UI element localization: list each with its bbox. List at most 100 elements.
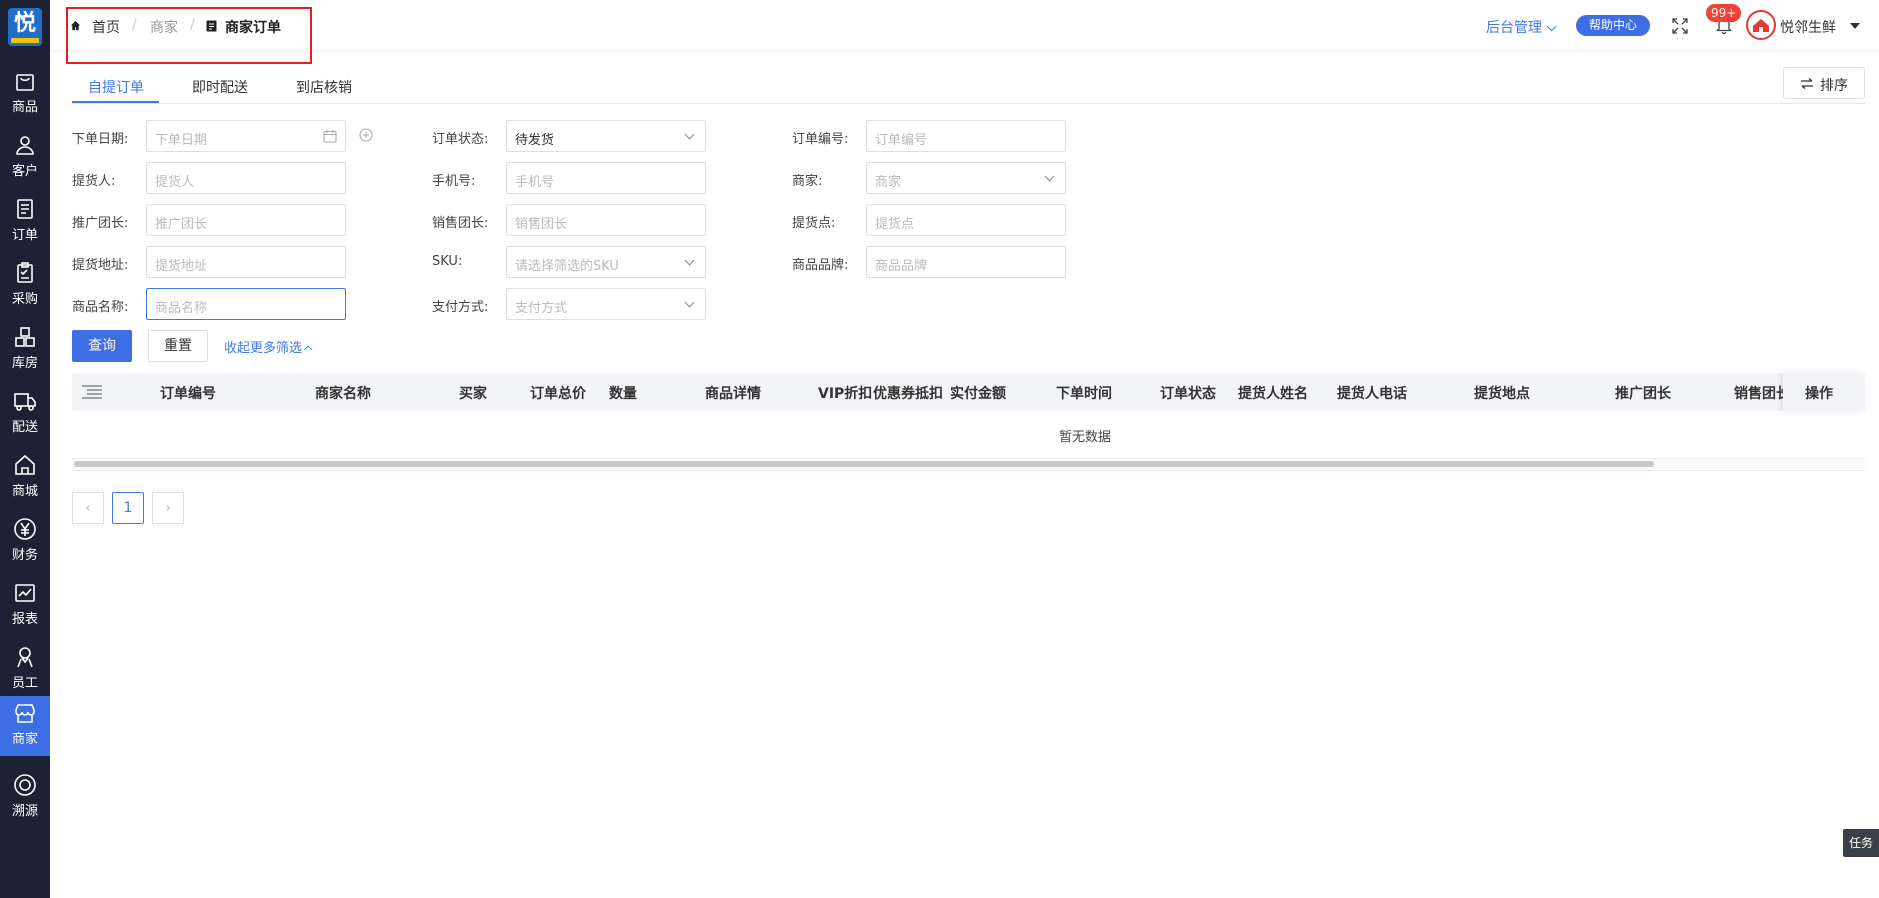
horizontal-scrollbar[interactable]	[72, 459, 1865, 469]
truck-icon	[14, 393, 36, 411]
tabs-divider	[72, 103, 1865, 104]
breadcrumb-home[interactable]: 首页	[92, 17, 120, 37]
chevron-down-icon	[1044, 171, 1055, 182]
order-status-label: 订单状态:	[432, 132, 489, 147]
collapse-filters-link[interactable]: 收起更多筛选	[224, 337, 313, 356]
column-header[interactable]: 商品详情	[705, 383, 761, 403]
phone-input[interactable]: 手机号	[506, 162, 706, 194]
shop-icon	[15, 704, 35, 723]
sidebar-item-mall[interactable]: 商城	[0, 448, 50, 508]
order-status-select[interactable]: 待发货	[506, 120, 706, 152]
warehouse-icon	[15, 327, 35, 347]
calendar-icon	[323, 130, 337, 143]
sidebar-item-delivery[interactable]: 配送	[0, 384, 50, 444]
column-header[interactable]: VIP折扣	[818, 383, 872, 403]
chevron-down-icon	[684, 129, 695, 140]
breadcrumb-separator: /	[190, 17, 195, 33]
order-no-input[interactable]: 订单编号	[866, 120, 1066, 152]
payment-label: 支付方式:	[432, 300, 489, 315]
sku-select[interactable]: 请选择筛选的SKU	[506, 246, 706, 278]
sidebar-item-goods[interactable]: 商品	[0, 64, 50, 124]
tab-store-verification[interactable]: 到店核销	[296, 77, 352, 97]
admin-menu[interactable]: 后台管理	[1486, 17, 1557, 37]
chevron-down-icon	[1546, 21, 1557, 32]
sidebar-item-finance[interactable]: 财务	[0, 512, 50, 572]
add-circle-icon[interactable]	[358, 127, 374, 143]
table-header: 订单编号 商家名称 买家 订单总价 数量 商品详情 VIP折扣 优惠券抵扣 实付…	[72, 373, 1865, 411]
merchant-label: 商家:	[792, 174, 823, 189]
page-number-button[interactable]: 1	[112, 492, 144, 524]
empty-text: 暂无数据	[1059, 430, 1112, 445]
brand-input[interactable]: 商品品牌	[866, 246, 1066, 278]
column-header[interactable]: 订单总价	[530, 383, 586, 403]
home-icon	[70, 20, 81, 31]
avatar[interactable]	[1746, 10, 1776, 40]
chart-icon	[15, 584, 35, 602]
app-logo[interactable]: 悦	[8, 8, 42, 46]
sidebar-item-staff[interactable]: 员工	[0, 640, 50, 700]
order-icon	[17, 199, 33, 219]
column-header[interactable]: 下单时间	[1056, 383, 1112, 403]
merchant-select[interactable]: 商家	[866, 162, 1066, 194]
fullscreen-icon[interactable]	[1672, 18, 1688, 34]
task-button[interactable]: 任务	[1843, 829, 1879, 857]
picker-input[interactable]: 提货人	[146, 162, 346, 194]
help-center-button[interactable]: 帮助中心	[1576, 15, 1650, 36]
column-header[interactable]: 提货地点	[1474, 383, 1530, 403]
sidebar: 悦 商品 客户 订单 采购 库房 配送 商城 财务 报表 员工 商家 溯源	[0, 0, 50, 898]
order-no-label: 订单编号:	[792, 132, 849, 147]
breadcrumb-current: 商家订单	[225, 20, 281, 36]
pickup-address-input[interactable]: 提货地址	[146, 246, 346, 278]
payment-select[interactable]: 支付方式	[506, 288, 706, 320]
sidebar-item-warehouse[interactable]: 库房	[0, 320, 50, 380]
column-settings-icon[interactable]	[82, 384, 102, 400]
caret-down-icon[interactable]	[1850, 23, 1860, 29]
clipboard-icon	[17, 262, 33, 283]
order-date-picker[interactable]: 下单日期	[146, 120, 346, 152]
column-header-operations: 操作	[1783, 373, 1865, 411]
column-header[interactable]: 买家	[459, 383, 487, 403]
picker-label: 提货人:	[72, 174, 116, 189]
top-bar: 首页 / 商家 / 商家订单 后台管理 帮助中心 99+ 悦邻生鲜	[50, 0, 1879, 64]
sidebar-item-trace[interactable]: 溯源	[0, 768, 50, 828]
column-header[interactable]: 推广团长	[1615, 383, 1671, 403]
pickup-point-label: 提货点:	[792, 216, 836, 231]
promo-leader-label: 推广团长:	[72, 216, 129, 231]
yen-icon	[14, 518, 36, 540]
brand-label: 商品品牌:	[792, 258, 849, 273]
sidebar-item-reports[interactable]: 报表	[0, 576, 50, 636]
tab-self-pickup[interactable]: 自提订单	[88, 77, 144, 97]
column-header[interactable]: 提货人姓名	[1238, 383, 1308, 403]
column-header[interactable]: 订单编号	[160, 383, 216, 403]
column-header[interactable]: 商家名称	[315, 383, 371, 403]
staff-icon	[17, 647, 33, 668]
column-header[interactable]: 数量	[609, 383, 637, 403]
scrollbar-thumb[interactable]	[74, 461, 1654, 467]
column-header[interactable]: 实付金额	[950, 383, 1006, 403]
column-header[interactable]: 订单状态	[1160, 383, 1216, 403]
breadcrumb-merchant[interactable]: 商家	[150, 17, 178, 37]
sales-leader-label: 销售团长:	[432, 216, 489, 231]
sidebar-item-customers[interactable]: 客户	[0, 128, 50, 188]
product-name-input[interactable]: 商品名称	[146, 288, 346, 320]
next-page-button[interactable]: ›	[152, 492, 184, 524]
column-header[interactable]: 优惠券抵扣	[873, 383, 943, 403]
tab-instant-delivery[interactable]: 即时配送	[192, 77, 248, 97]
column-header[interactable]: 提货人电话	[1337, 383, 1407, 403]
logo-strip	[11, 38, 39, 43]
sidebar-item-merchant[interactable]: 商家	[0, 696, 50, 756]
user-name[interactable]: 悦邻生鲜	[1780, 17, 1836, 37]
sort-button[interactable]: 排序	[1783, 67, 1865, 99]
table-bottom-border	[72, 470, 1865, 471]
notification-badge: 99+	[1706, 4, 1742, 22]
reset-button[interactable]: 重置	[148, 330, 208, 362]
sidebar-item-orders[interactable]: 订单	[0, 192, 50, 252]
sidebar-item-purchase[interactable]: 采购	[0, 256, 50, 316]
prev-page-button[interactable]: ‹	[72, 492, 104, 524]
column-header[interactable]: 销售团长	[1734, 383, 1790, 403]
promo-leader-input[interactable]: 推广团长	[146, 204, 346, 236]
chevron-up-icon	[304, 345, 313, 354]
query-button[interactable]: 查询	[72, 330, 132, 362]
sales-leader-input[interactable]: 销售团长	[506, 204, 706, 236]
pickup-point-input[interactable]: 提货点	[866, 204, 1066, 236]
